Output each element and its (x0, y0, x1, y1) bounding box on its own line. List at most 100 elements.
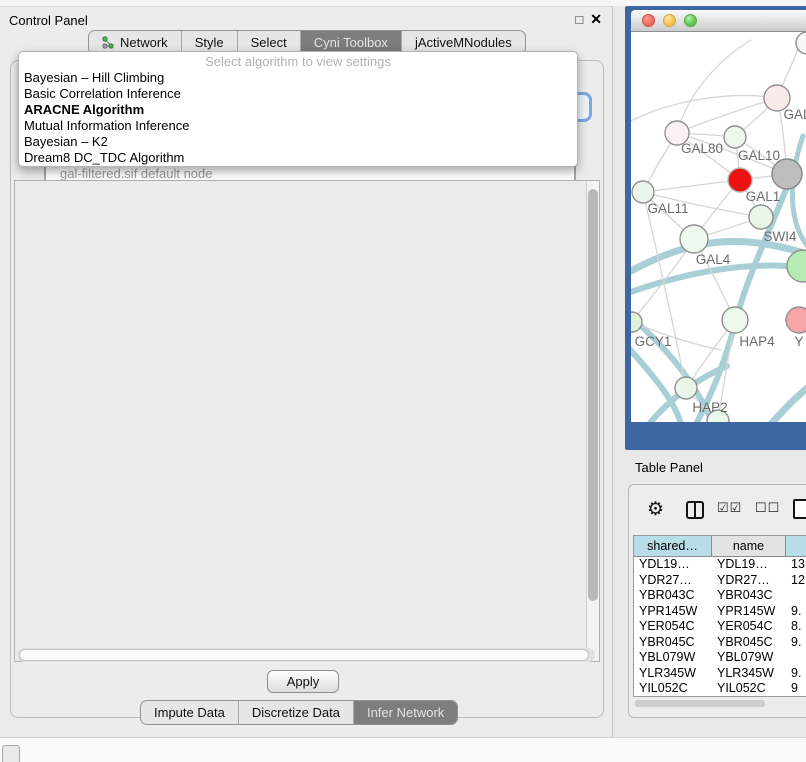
horizontal-scrollbar[interactable] (17, 648, 595, 662)
minimize-traffic-light[interactable] (663, 14, 676, 27)
network-window-titlebar[interactable] (631, 10, 806, 32)
node-label: GAL4 (696, 252, 731, 267)
tab-label: jActiveMNodules (415, 35, 512, 50)
table-cell[interactable]: 8. (786, 619, 806, 635)
table-cell[interactable]: YIL052C (712, 681, 786, 697)
table-cell[interactable]: YLR345W (712, 666, 786, 682)
vertical-scrollbar-thumb[interactable] (588, 189, 598, 601)
table-cell[interactable]: 9 (786, 681, 806, 697)
float-window-icon[interactable]: □ (575, 12, 583, 27)
column-header[interactable]: name (712, 536, 786, 556)
table-cell[interactable]: YLR345W (634, 666, 712, 682)
table-cell[interactable]: YDL19… (634, 557, 712, 573)
cyni-settings-viewport (14, 180, 600, 662)
network-node[interactable] (675, 377, 697, 399)
node-table: shared…name YDL19…YDL19…13YDR27…YDR27…12… (633, 535, 806, 697)
network-node[interactable] (722, 307, 748, 333)
table-toolbar: ⚙ ☑☑ ☐☐ (629, 499, 806, 527)
bottom-left-button[interactable] (2, 745, 20, 762)
table-cell[interactable]: YPR145W (634, 604, 712, 620)
table-row[interactable]: YBR043CYBR043C (634, 588, 806, 604)
table-row[interactable]: YBL079WYBL079W (634, 650, 806, 666)
tab-label: Impute Data (154, 705, 225, 720)
gear-icon[interactable]: ⚙ (647, 498, 664, 521)
algorithm-option[interactable]: Mutual Information Inference (19, 118, 577, 134)
network-node[interactable] (632, 181, 654, 203)
table-scrollbar-thumb[interactable] (635, 700, 765, 707)
close-traffic-light[interactable] (642, 14, 655, 27)
table-panel: ⚙ ☑☑ ☐☐ shared…name YDL19…YDL19…13YDR27…… (628, 484, 806, 718)
table-cell[interactable]: YBR043C (634, 588, 712, 604)
new-file-icon[interactable] (793, 499, 806, 519)
table-cell[interactable]: YBL079W (712, 650, 786, 666)
node-label: HAP2 (692, 400, 727, 415)
network-node[interactable] (680, 225, 708, 253)
table-cell[interactable]: 9. (786, 635, 806, 651)
table-horizontal-scrollbar[interactable] (633, 699, 806, 708)
table-cell[interactable]: YBR045C (634, 635, 712, 651)
table-cell[interactable]: YDR27… (634, 573, 712, 589)
network-node[interactable] (786, 307, 806, 333)
table-cell[interactable]: YBR043C (712, 588, 786, 604)
tab-impute-data[interactable]: Impute Data (141, 701, 239, 724)
split-view-icon[interactable] (686, 501, 704, 519)
table-cell[interactable]: YDL19… (712, 557, 786, 573)
table-panel-title: Table Panel (635, 460, 703, 475)
table-cell[interactable]: YER054C (634, 619, 712, 635)
table-cell[interactable]: YIL052C (634, 681, 712, 697)
table-cell[interactable]: 13 (786, 557, 806, 573)
zoom-traffic-light[interactable] (684, 14, 697, 27)
node-label: GAL1 (746, 189, 781, 204)
table-cell[interactable]: YBL079W (634, 650, 712, 666)
table-row[interactable]: YBR045CYBR045C9. (634, 635, 806, 651)
table-row[interactable]: YDR27…YDR27…12 (634, 573, 806, 589)
network-graph: GALGAL80GAL10GAL1GAL11SWI4GAL4GCY1HAP4YH… (631, 32, 806, 422)
network-node[interactable] (772, 159, 802, 189)
table-cell[interactable]: YDR27… (712, 573, 786, 589)
algorithm-option[interactable]: ARACNE Algorithm (19, 102, 577, 118)
table-cell[interactable] (786, 588, 806, 604)
network-canvas[interactable]: GALGAL80GAL10GAL1GAL11SWI4GAL4GCY1HAP4YH… (631, 32, 806, 422)
control-panel-title: Control Panel (9, 13, 88, 28)
tab-infer-network[interactable]: Infer Network (354, 701, 457, 724)
close-icon[interactable]: ✕ (590, 11, 602, 28)
network-icon (102, 36, 115, 49)
algorithm-options: Bayesian – Hill ClimbingBasic Correlatio… (19, 70, 577, 166)
table-cell[interactable]: 9. (786, 604, 806, 620)
algorithm-option[interactable]: Dream8 DC_TDC Algorithm (19, 150, 577, 166)
algorithm-option[interactable]: Basic Correlation Inference (19, 86, 577, 102)
table-body: YDL19…YDL19…13YDR27…YDR27…12YBR043CYBR04… (634, 557, 806, 697)
table-cell[interactable]: YBR045C (712, 635, 786, 651)
table-cell[interactable]: 12 (786, 573, 806, 589)
table-cell[interactable]: 9. (786, 666, 806, 682)
table-row[interactable]: YDL19…YDL19…13 (634, 557, 806, 573)
network-view-window: GALGAL80GAL10GAL1GAL11SWI4GAL4GCY1HAP4YH… (625, 6, 806, 450)
table-row[interactable]: YIL052CYIL052C9 (634, 681, 806, 697)
network-node[interactable] (787, 250, 806, 282)
table-cell[interactable]: YPR145W (712, 604, 786, 620)
table-row[interactable]: YLR345WYLR345W9. (634, 666, 806, 682)
column-header[interactable]: shared… (634, 536, 712, 556)
algorithm-dropdown-popup: Select algorithm to view settings Bayesi… (18, 51, 578, 167)
apply-button[interactable]: Apply (267, 670, 339, 693)
node-label: GCY1 (635, 334, 672, 349)
network-node[interactable] (749, 205, 773, 229)
horizontal-scrollbar-thumb[interactable] (19, 649, 589, 661)
network-edge (643, 180, 740, 192)
column-header[interactable] (786, 536, 806, 556)
algorithm-option[interactable]: Bayesian – K2 (19, 134, 577, 150)
tab-label: Network (120, 35, 168, 50)
tab-discretize-data[interactable]: Discretize Data (239, 701, 354, 724)
vertical-scrollbar[interactable] (586, 181, 599, 661)
table-cell[interactable] (786, 650, 806, 666)
table-row[interactable]: YER054CYER054C8. (634, 619, 806, 635)
application-root: Control Panel □ ✕ NetworkStyleSelectCyni… (0, 0, 806, 762)
table-row[interactable]: YPR145WYPR145W9. (634, 604, 806, 620)
deselect-all-icon[interactable]: ☐☐ (755, 500, 780, 516)
algorithm-option[interactable]: Bayesian – Hill Climbing (19, 70, 577, 86)
node-label: GAL11 (647, 201, 688, 216)
node-label: Y (794, 334, 803, 349)
select-all-icon[interactable]: ☑☑ (717, 500, 742, 516)
network-node[interactable] (724, 126, 746, 148)
table-cell[interactable]: YER054C (712, 619, 786, 635)
